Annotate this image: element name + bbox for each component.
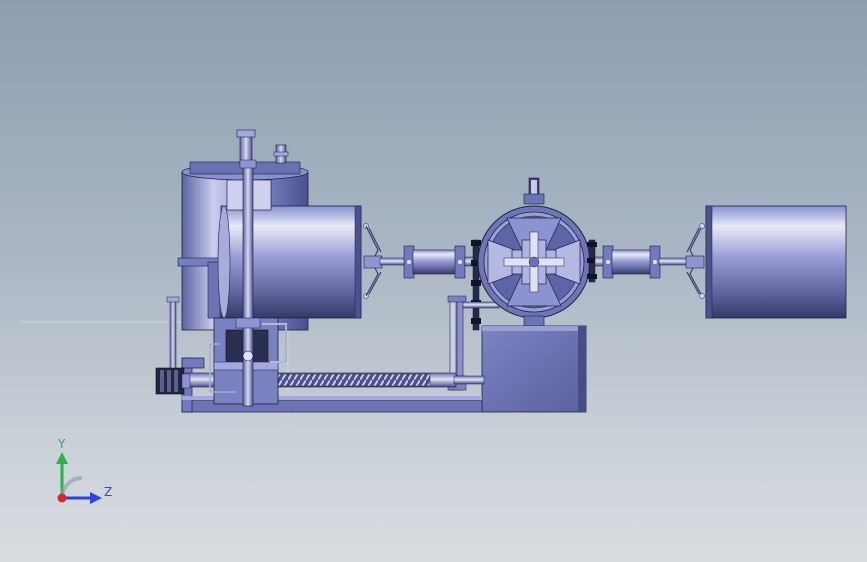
right-shaft[interactable]	[658, 257, 690, 266]
cad-model[interactable]	[0, 0, 867, 562]
right-drum[interactable]	[705, 205, 847, 319]
right-coupling[interactable]	[594, 245, 661, 279]
left-linkage[interactable]	[363, 225, 383, 297]
tank-nozzle[interactable]	[239, 133, 253, 165]
axis-triad[interactable]: Y Z	[40, 436, 130, 516]
gear-box[interactable]	[481, 325, 587, 413]
guide-pin[interactable]	[169, 299, 177, 369]
left-drum[interactable]	[217, 205, 362, 319]
x-axis-dot	[57, 493, 67, 503]
cad-viewport[interactable]: Y Z	[0, 0, 867, 562]
z-axis-label: Z	[104, 485, 112, 499]
right-linkage[interactable]	[685, 225, 705, 297]
y-axis-label: Y	[57, 437, 66, 451]
left-coupling[interactable]	[403, 245, 478, 279]
